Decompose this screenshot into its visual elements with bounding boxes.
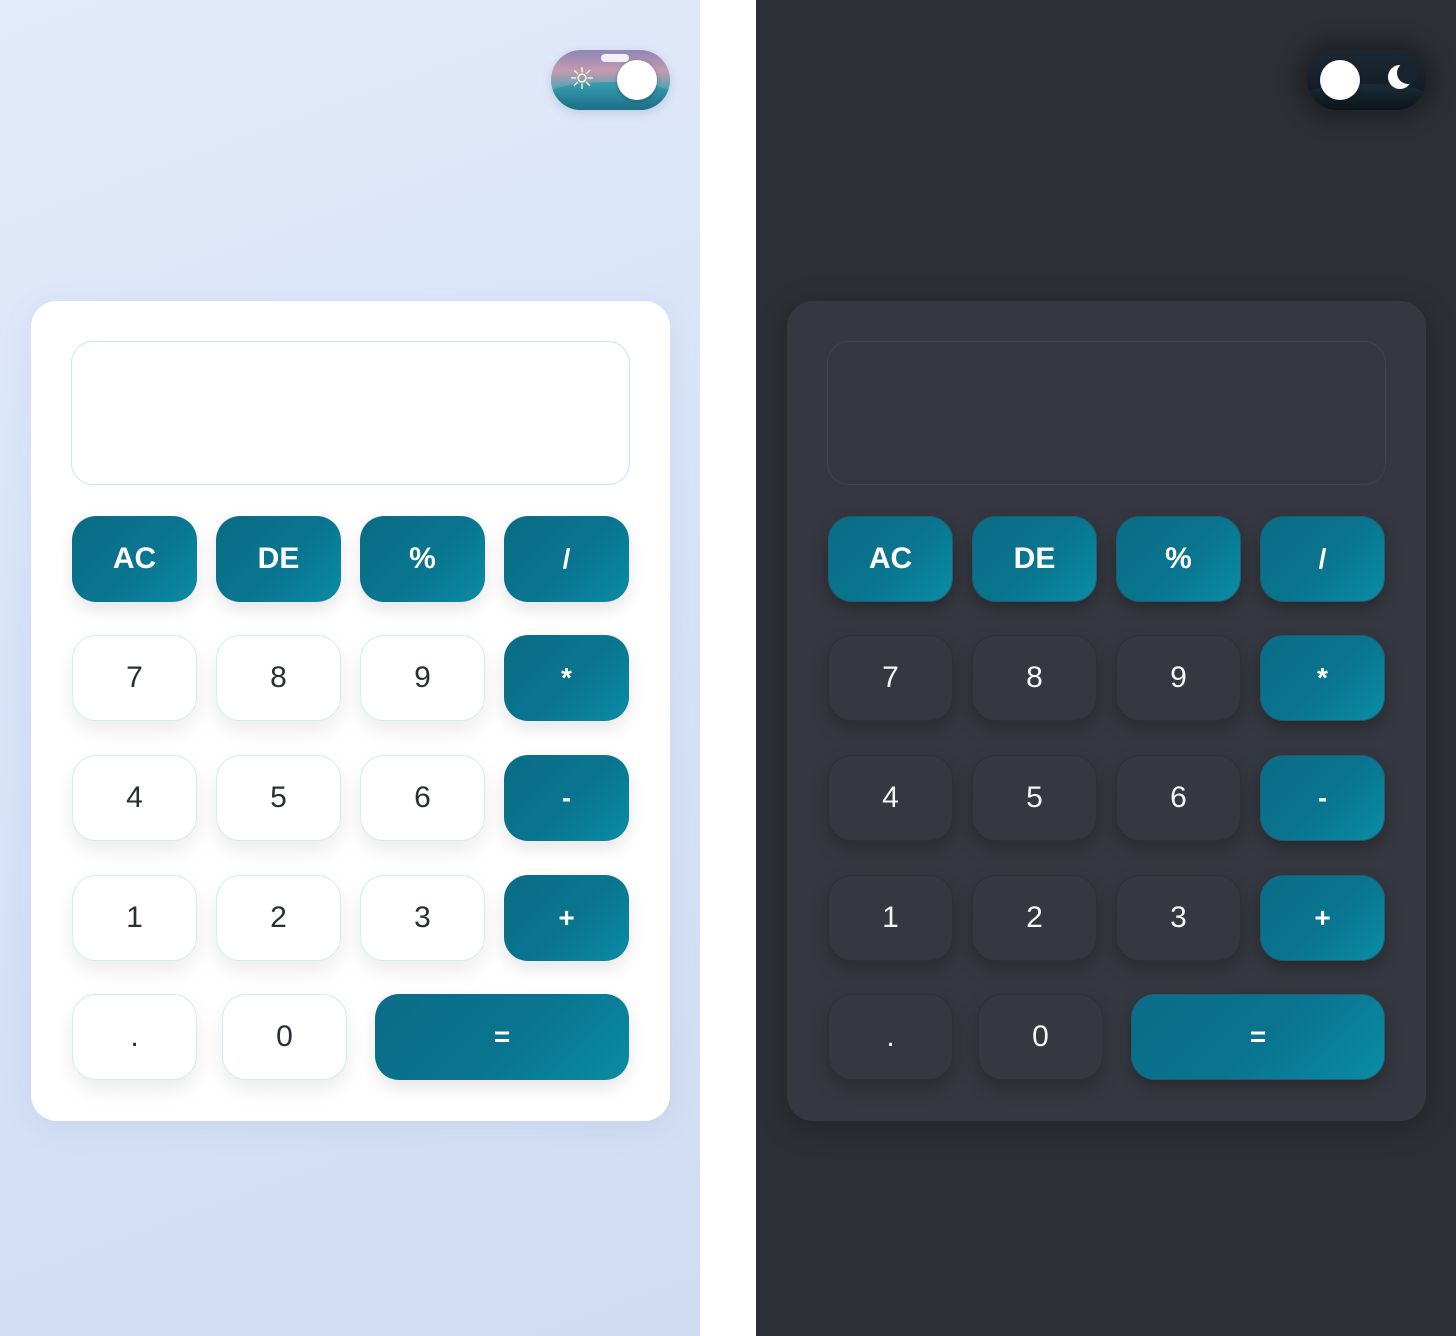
digit-4-button[interactable]: 4 (72, 755, 197, 841)
digit-0-button[interactable]: 0 (978, 994, 1103, 1080)
divide-button[interactable]: / (1260, 516, 1385, 602)
decimal-button[interactable]: . (828, 994, 953, 1080)
ac-button[interactable]: AC (72, 516, 197, 602)
calculator-display[interactable] (827, 341, 1386, 485)
equals-button[interactable]: = (375, 994, 629, 1080)
digit-7-button[interactable]: 7 (72, 635, 197, 721)
digit-9-button[interactable]: 9 (1116, 635, 1241, 721)
digit-6-button[interactable]: 6 (360, 755, 485, 841)
decimal-button[interactable]: . (72, 994, 197, 1080)
multiply-button[interactable]: * (1260, 635, 1385, 721)
digit-2-button[interactable]: 2 (216, 875, 341, 961)
digit-3-button[interactable]: 3 (1116, 875, 1241, 961)
calculator-display[interactable] (71, 341, 630, 485)
cloud-decoration (601, 54, 629, 62)
theme-toggle[interactable] (1307, 50, 1426, 110)
add-button[interactable]: + (1260, 875, 1385, 961)
multiply-button[interactable]: * (504, 635, 629, 721)
dark-theme-panel: AC DE % / 7 8 9 * 4 5 6 - 1 2 3 + . 0 = (756, 0, 1456, 1336)
digit-5-button[interactable]: 5 (972, 755, 1097, 841)
digit-9-button[interactable]: 9 (360, 635, 485, 721)
toggle-knob[interactable] (1320, 60, 1360, 100)
digit-8-button[interactable]: 8 (216, 635, 341, 721)
equals-button[interactable]: = (1131, 994, 1385, 1080)
light-theme-panel: ☼ AC DE % / 7 8 9 * 4 5 6 - 1 2 3 + . 0 … (0, 0, 700, 1336)
delete-button[interactable]: DE (972, 516, 1097, 602)
subtract-button[interactable]: - (1260, 755, 1385, 841)
percent-button[interactable]: % (1116, 516, 1241, 602)
calculator: AC DE % / 7 8 9 * 4 5 6 - 1 2 3 + . 0 = (31, 301, 670, 1121)
calculator: AC DE % / 7 8 9 * 4 5 6 - 1 2 3 + . 0 = (787, 301, 1426, 1121)
toggle-knob[interactable] (617, 60, 657, 100)
add-button[interactable]: + (504, 875, 629, 961)
digit-0-button[interactable]: 0 (222, 994, 347, 1080)
digit-7-button[interactable]: 7 (828, 635, 953, 721)
digit-1-button[interactable]: 1 (72, 875, 197, 961)
digit-8-button[interactable]: 8 (972, 635, 1097, 721)
sun-icon: ☼ (568, 62, 596, 97)
digit-2-button[interactable]: 2 (972, 875, 1097, 961)
digit-3-button[interactable]: 3 (360, 875, 485, 961)
delete-button[interactable]: DE (216, 516, 341, 602)
digit-5-button[interactable]: 5 (216, 755, 341, 841)
moon-icon (1385, 62, 1419, 92)
digit-1-button[interactable]: 1 (828, 875, 953, 961)
digit-6-button[interactable]: 6 (1116, 755, 1241, 841)
divide-button[interactable]: / (504, 516, 629, 602)
subtract-button[interactable]: - (504, 755, 629, 841)
ac-button[interactable]: AC (828, 516, 953, 602)
digit-4-button[interactable]: 4 (828, 755, 953, 841)
theme-toggle[interactable]: ☼ (551, 50, 670, 110)
percent-button[interactable]: % (360, 516, 485, 602)
